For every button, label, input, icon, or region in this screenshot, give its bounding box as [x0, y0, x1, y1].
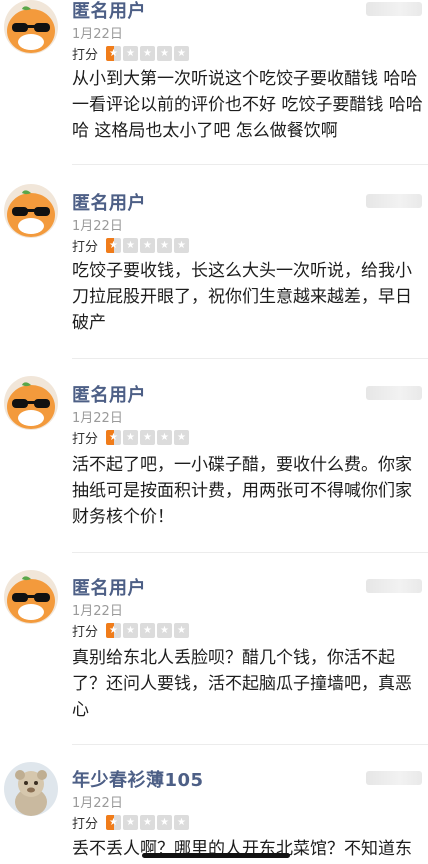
reviewer-name[interactable]: 匿名用户: [72, 381, 146, 407]
star-icon: ★: [106, 623, 122, 638]
review-text: 活不起了吧，一小碟子醋，要收什么费。你家 抽纸可是按面积计费，用两张可不得喊你们…: [72, 452, 422, 530]
redacted-info: [366, 386, 422, 400]
star-icon: ★: [174, 815, 190, 830]
star-icon: ★: [123, 430, 139, 445]
star-icon: ★: [174, 430, 190, 445]
star-icon: ★: [157, 623, 173, 638]
rating-row: 打分 ★ ★ ★ ★ ★: [72, 428, 190, 447]
divider: [72, 164, 428, 165]
star-icon: ★: [106, 46, 122, 61]
review-date: 1月22日: [72, 411, 123, 426]
star-icon: ★: [140, 238, 156, 253]
review-date: 1月22日: [72, 796, 123, 811]
review-text-line: 破产: [72, 313, 106, 333]
star-icon: ★: [106, 238, 122, 253]
avatar[interactable]: [4, 570, 58, 624]
star-icon: ★: [140, 623, 156, 638]
star-icon: ★: [123, 238, 139, 253]
star-icon: ★: [140, 430, 156, 445]
star-icon: ★: [157, 46, 173, 61]
redacted-info: [366, 579, 422, 593]
reviewer-name[interactable]: 匿名用户: [72, 574, 146, 600]
rating-row: 打分 ★ ★ ★ ★ ★: [72, 236, 190, 255]
star-icon: ★: [140, 815, 156, 830]
star-icon: ★: [157, 430, 173, 445]
rating-label: 打分: [72, 625, 99, 640]
star-icon: ★: [106, 430, 122, 445]
star-icon: ★: [140, 46, 156, 61]
divider: [72, 358, 428, 359]
review-text-line: 真别给东北人丢脸呗？醋几个钱，你活不起: [72, 648, 395, 668]
star-rating: ★ ★ ★ ★ ★: [106, 623, 190, 638]
redacted-info: [366, 2, 422, 16]
review-text-line: 吃饺子要收钱，长这么大头一次听说，给我小: [72, 261, 412, 281]
review-text-line: 活不起了吧，一小碟子醋，要收什么费。你家: [72, 455, 412, 475]
rating-row: 打分 ★ ★ ★ ★ ★: [72, 621, 190, 640]
star-rating: ★ ★ ★ ★ ★: [106, 430, 190, 445]
star-rating: ★ ★ ★ ★ ★: [106, 46, 190, 61]
review-text-line: 一看评论以前的评价也不好 吃饺子要醋钱 哈哈: [72, 95, 423, 115]
divider: [72, 552, 428, 553]
star-icon: ★: [157, 815, 173, 830]
star-icon: ★: [106, 815, 122, 830]
review-text-line: 从小到大第一次听说这个吃饺子要收醋钱 哈哈: [72, 69, 418, 89]
reviewer-name[interactable]: 年少春衫薄105: [72, 766, 204, 792]
star-icon: ★: [174, 623, 190, 638]
review-text-line: 丢不丢人啊？哪里的人开东北菜馆？不知道东: [72, 839, 412, 859]
avatar[interactable]: [4, 376, 58, 430]
divider: [72, 744, 428, 745]
star-icon: ★: [123, 623, 139, 638]
reviewer-name[interactable]: 匿名用户: [72, 189, 146, 215]
redacted-info: [366, 194, 422, 208]
home-indicator[interactable]: [142, 853, 290, 858]
review-date: 1月22日: [72, 219, 123, 234]
star-icon: ★: [157, 238, 173, 253]
review-text-line: 抽纸可是按面积计费，用两张可不得喊你们家: [72, 481, 412, 501]
review-text-line: 了？还问人要钱，活不起脑瓜子撞墙吧，真恶: [72, 674, 412, 694]
avatar[interactable]: [4, 0, 58, 54]
review-date: 1月22日: [72, 604, 123, 619]
review-text: 真别给东北人丢脸呗？醋几个钱，你活不起 了？还问人要钱，活不起脑瓜子撞墙吧，真恶…: [72, 645, 422, 723]
review-text: 丢不丢人啊？哪里的人开东北菜馆？不知道东: [72, 836, 422, 862]
reviewer-name[interactable]: 匿名用户: [72, 0, 146, 23]
star-icon: ★: [174, 46, 190, 61]
rating-label: 打分: [72, 48, 99, 63]
review-text: 从小到大第一次听说这个吃饺子要收醋钱 哈哈 一看评论以前的评价也不好 吃饺子要醋…: [72, 66, 423, 144]
star-icon: ★: [123, 46, 139, 61]
rating-row: 打分 ★ ★ ★ ★ ★: [72, 813, 190, 832]
review-date: 1月22日: [72, 27, 123, 42]
star-icon: ★: [174, 238, 190, 253]
rating-label: 打分: [72, 817, 99, 832]
rating-row: 打分 ★ ★ ★ ★ ★: [72, 44, 190, 63]
star-rating: ★ ★ ★ ★ ★: [106, 815, 190, 830]
redacted-info: [366, 771, 422, 785]
review-text-line: 刀拉屁股开眼了，祝你们生意越来越差，早日: [72, 287, 412, 307]
review-text-line: 心: [72, 700, 89, 720]
rating-label: 打分: [72, 432, 99, 447]
rating-label: 打分: [72, 240, 99, 255]
star-icon: ★: [123, 815, 139, 830]
avatar[interactable]: [4, 762, 58, 816]
review-text-line: 哈 这格局也太小了吧 怎么做餐饮啊: [72, 121, 338, 141]
star-rating: ★ ★ ★ ★ ★: [106, 238, 190, 253]
review-text-line: 财务核个价！: [72, 507, 174, 527]
review-text: 吃饺子要收钱，长这么大头一次听说，给我小 刀拉屁股开眼了，祝你们生意越来越差，早…: [72, 258, 422, 336]
avatar[interactable]: [4, 184, 58, 238]
